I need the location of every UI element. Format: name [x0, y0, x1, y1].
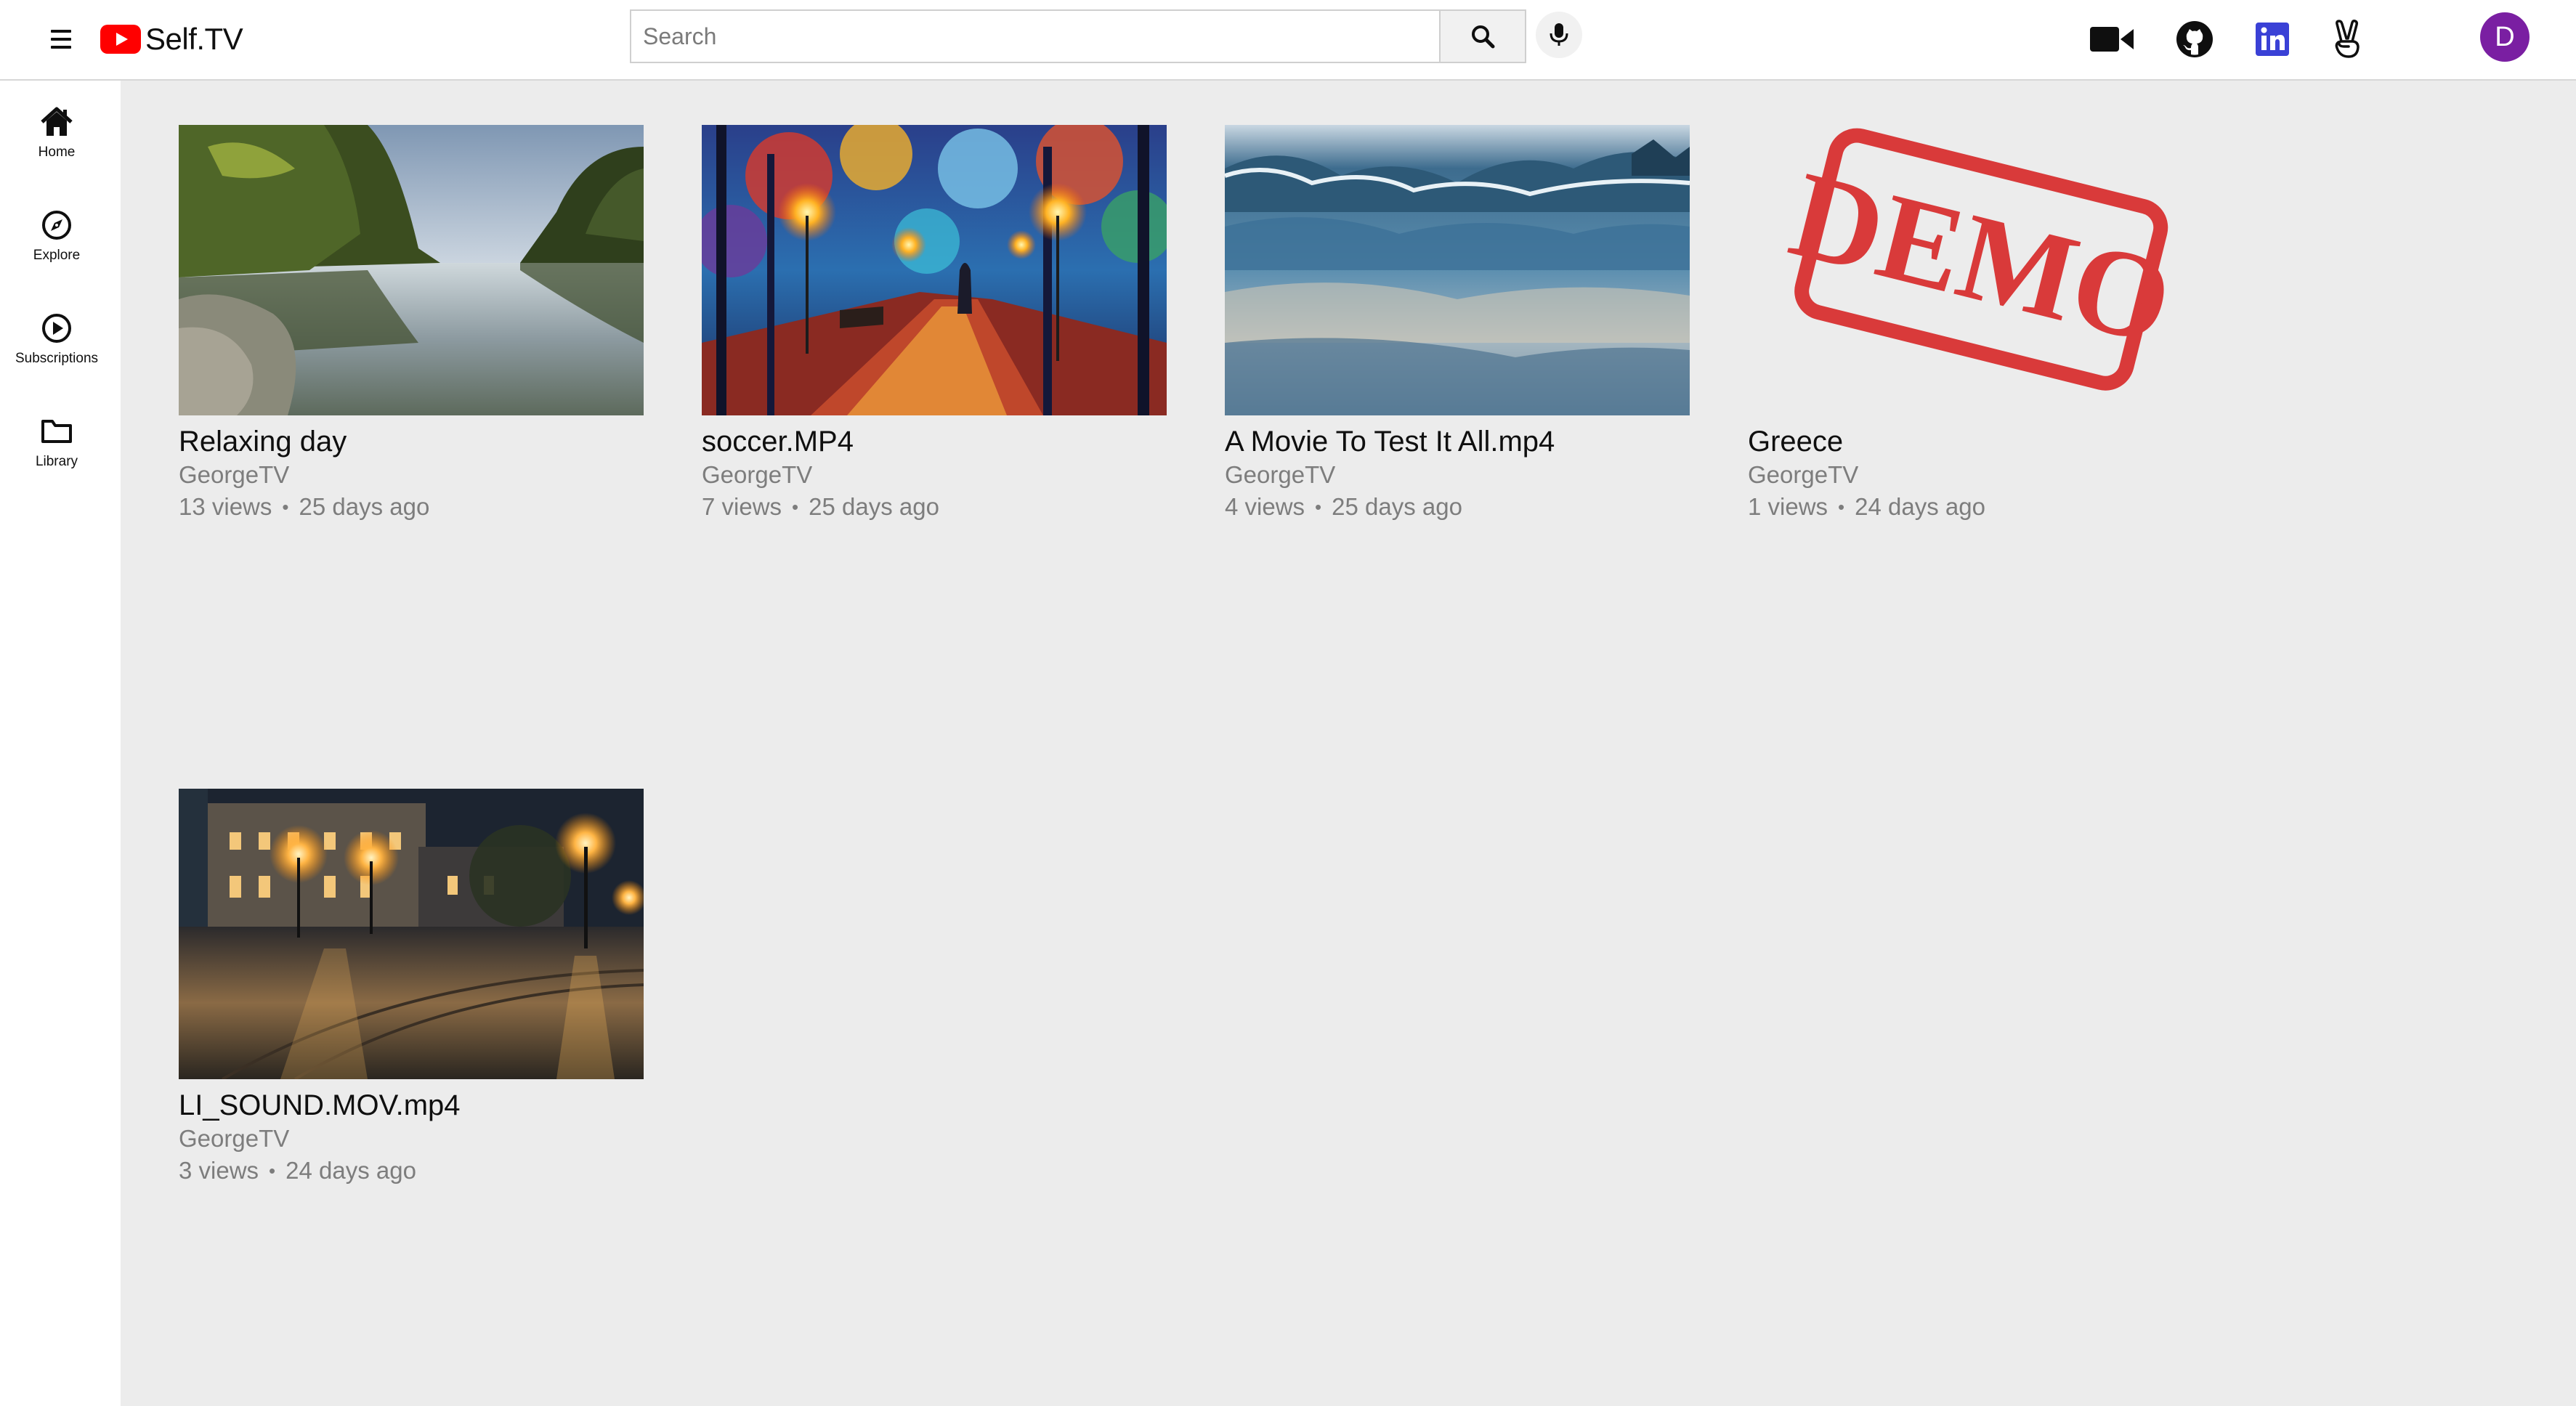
video-thumbnail[interactable]: DEMO	[1748, 125, 2213, 415]
video-meta: 3 views • 24 days ago	[179, 1155, 644, 1187]
top-bar: Self.TV Search D	[0, 0, 2576, 81]
video-title[interactable]: LI_SOUND.MOV.mp4	[179, 1088, 644, 1123]
menu-icon[interactable]	[45, 25, 77, 57]
video-meta: 7 views • 25 days ago	[702, 491, 1167, 523]
search-bar	[630, 9, 1526, 63]
video-camera-icon	[2090, 27, 2134, 52]
upload-age: 25 days ago	[299, 493, 430, 520]
mic-icon	[1550, 23, 1568, 46]
video-title[interactable]: A Movie To Test It All.mp4	[1225, 424, 1690, 459]
video-meta: 13 views • 25 days ago	[179, 491, 644, 523]
sidebar-item-subscriptions[interactable]: Subscriptions	[0, 287, 113, 373]
linkedin-icon	[2256, 23, 2289, 56]
play-circle-icon	[42, 314, 71, 343]
video-meta: 1 views • 24 days ago	[1748, 491, 2213, 523]
upload-age: 24 days ago	[285, 1157, 416, 1184]
view-count: 3 views	[179, 1157, 259, 1184]
video-title[interactable]: Relaxing day	[179, 424, 644, 459]
video-title[interactable]: Greece	[1748, 424, 2213, 459]
upload-age: 25 days ago	[809, 493, 939, 520]
github-link[interactable]	[2172, 17, 2217, 61]
upload-age: 24 days ago	[1855, 493, 1985, 520]
compass-icon	[42, 211, 71, 240]
video-thumbnail[interactable]	[702, 125, 1167, 415]
video-card[interactable]: Relaxing day GeorgeTV 13 views • 25 days…	[179, 125, 644, 523]
github-icon	[2176, 21, 2213, 57]
logo-text: Self.TV	[145, 22, 243, 56]
view-count: 4 views	[1225, 493, 1305, 520]
video-card[interactable]: LI_SOUND.MOV.mp4 GeorgeTV 3 views • 24 d…	[179, 789, 644, 1187]
video-thumbnail[interactable]	[179, 125, 644, 415]
video-thumbnail[interactable]	[179, 789, 644, 1079]
folder-icon	[41, 420, 72, 443]
sidebar-item-library[interactable]: Library	[0, 390, 113, 476]
sidebar-item-label: Home	[38, 145, 76, 160]
search-icon	[1472, 25, 1495, 49]
view-count: 1 views	[1748, 493, 1828, 520]
voice-search-button[interactable]	[1536, 12, 1582, 58]
channel-name[interactable]: GeorgeTV	[1225, 459, 1690, 491]
separator-dot: •	[269, 1160, 276, 1182]
video-thumbnail[interactable]	[1225, 125, 1690, 415]
separator-dot: •	[282, 496, 289, 518]
upload-age: 25 days ago	[1332, 493, 1462, 520]
logo[interactable]: Self.TV	[100, 19, 243, 60]
video-card[interactable]: DEMO Greece GeorgeTV 1 views • 24 days a…	[1748, 125, 2213, 523]
search-button[interactable]	[1439, 9, 1526, 63]
app-root: Self.TV Search D Home Explore Subscripti…	[0, 0, 2576, 1406]
view-count: 7 views	[702, 493, 782, 520]
angellist-icon	[2335, 20, 2360, 58]
channel-name[interactable]: GeorgeTV	[179, 1123, 644, 1155]
sidebar-item-label: Explore	[33, 248, 81, 263]
upload-video-button[interactable]	[2089, 17, 2134, 61]
home-icon	[41, 107, 73, 136]
video-card[interactable]: A Movie To Test It All.mp4 GeorgeTV 4 vi…	[1225, 125, 1690, 523]
separator-dot: •	[1838, 496, 1845, 518]
sidebar-item-explore[interactable]: Explore	[0, 184, 113, 269]
channel-name[interactable]: GeorgeTV	[1748, 459, 2213, 491]
sidebar-item-label: Library	[35, 454, 78, 469]
sidebar-item-label: Subscriptions	[15, 351, 99, 366]
search-input[interactable]	[630, 9, 1439, 63]
video-card[interactable]: soccer.MP4 GeorgeTV 7 views • 25 days ag…	[702, 125, 1167, 523]
channel-name[interactable]: GeorgeTV	[179, 459, 644, 491]
video-meta: 4 views • 25 days ago	[1225, 491, 1690, 523]
view-count: 13 views	[179, 493, 272, 520]
sidebar-item-home[interactable]: Home	[0, 81, 113, 166]
play-logo-icon	[100, 25, 141, 54]
separator-dot: •	[792, 496, 799, 518]
demo-stamp-text: DEMO	[1778, 145, 2184, 370]
video-title[interactable]: soccer.MP4	[702, 424, 1167, 459]
sidebar: Home Explore Subscriptions Library	[0, 81, 121, 1406]
channel-name[interactable]: GeorgeTV	[702, 459, 1167, 491]
angellist-link[interactable]	[2325, 17, 2370, 61]
separator-dot: •	[1315, 496, 1322, 518]
linkedin-link[interactable]	[2250, 17, 2295, 61]
avatar[interactable]: D	[2480, 12, 2530, 62]
avatar-initial: D	[2495, 21, 2515, 52]
